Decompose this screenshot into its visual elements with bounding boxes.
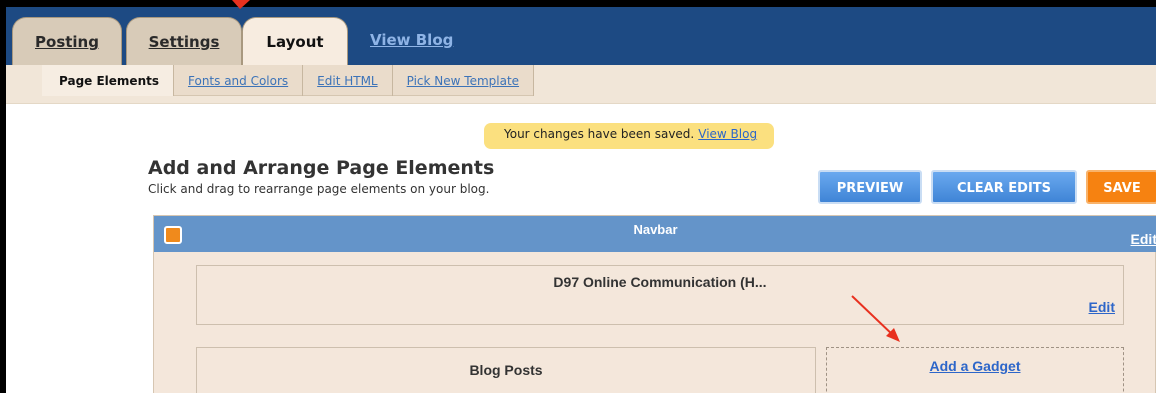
app-window: Posting Settings Layout View Blog Page E… bbox=[0, 0, 1156, 393]
tab-view-blog[interactable]: View Blog bbox=[370, 31, 453, 49]
saved-notice: Your changes have been saved. View Blog bbox=[484, 123, 775, 149]
add-gadget-link[interactable]: Add a Gadget bbox=[827, 358, 1123, 374]
tab-settings[interactable]: Settings bbox=[126, 17, 242, 67]
blog-posts-title: Blog Posts bbox=[469, 362, 543, 378]
subnav-pick-new-template[interactable]: Pick New Template bbox=[393, 65, 535, 96]
layout-editor: Navbar Edit D97 Online Communication (H.… bbox=[153, 215, 1156, 393]
header-widget-title: D97 Online Communication (H... bbox=[553, 274, 767, 290]
navbar-widget[interactable]: Navbar Edit bbox=[154, 216, 1156, 252]
preview-button[interactable]: PREVIEW bbox=[818, 170, 922, 204]
subnav-page-elements[interactable]: Page Elements bbox=[42, 65, 174, 96]
clear-edits-button[interactable]: CLEAR EDITS bbox=[931, 170, 1077, 204]
header-widget[interactable]: D97 Online Communication (H... Edit bbox=[196, 265, 1124, 325]
subnav-fonts-and-colors[interactable]: Fonts and Colors bbox=[174, 65, 304, 96]
navbar-edit-link[interactable]: Edit bbox=[1131, 231, 1156, 247]
add-gadget-zone: Add a Gadget bbox=[826, 347, 1124, 393]
page-subtitle: Click and drag to rearrange page element… bbox=[148, 182, 490, 196]
sub-navigation: Page Elements Fonts and Colors Edit HTML… bbox=[6, 65, 1156, 104]
page-title: Add and Arrange Page Elements bbox=[148, 157, 495, 179]
saved-notice-text: Your changes have been saved. bbox=[504, 127, 695, 141]
top-tab-bar: Posting Settings Layout View Blog bbox=[6, 7, 1156, 69]
notice-view-blog-link[interactable]: View Blog bbox=[698, 127, 757, 141]
tab-layout[interactable]: Layout bbox=[242, 17, 348, 69]
save-button[interactable]: SAVE bbox=[1086, 170, 1156, 204]
tab-posting[interactable]: Posting bbox=[12, 17, 122, 67]
blog-posts-widget[interactable]: Blog Posts bbox=[196, 347, 816, 393]
header-edit-link[interactable]: Edit bbox=[1089, 299, 1115, 315]
subnav-edit-html[interactable]: Edit HTML bbox=[303, 65, 393, 96]
navbar-title: Navbar bbox=[633, 222, 678, 237]
